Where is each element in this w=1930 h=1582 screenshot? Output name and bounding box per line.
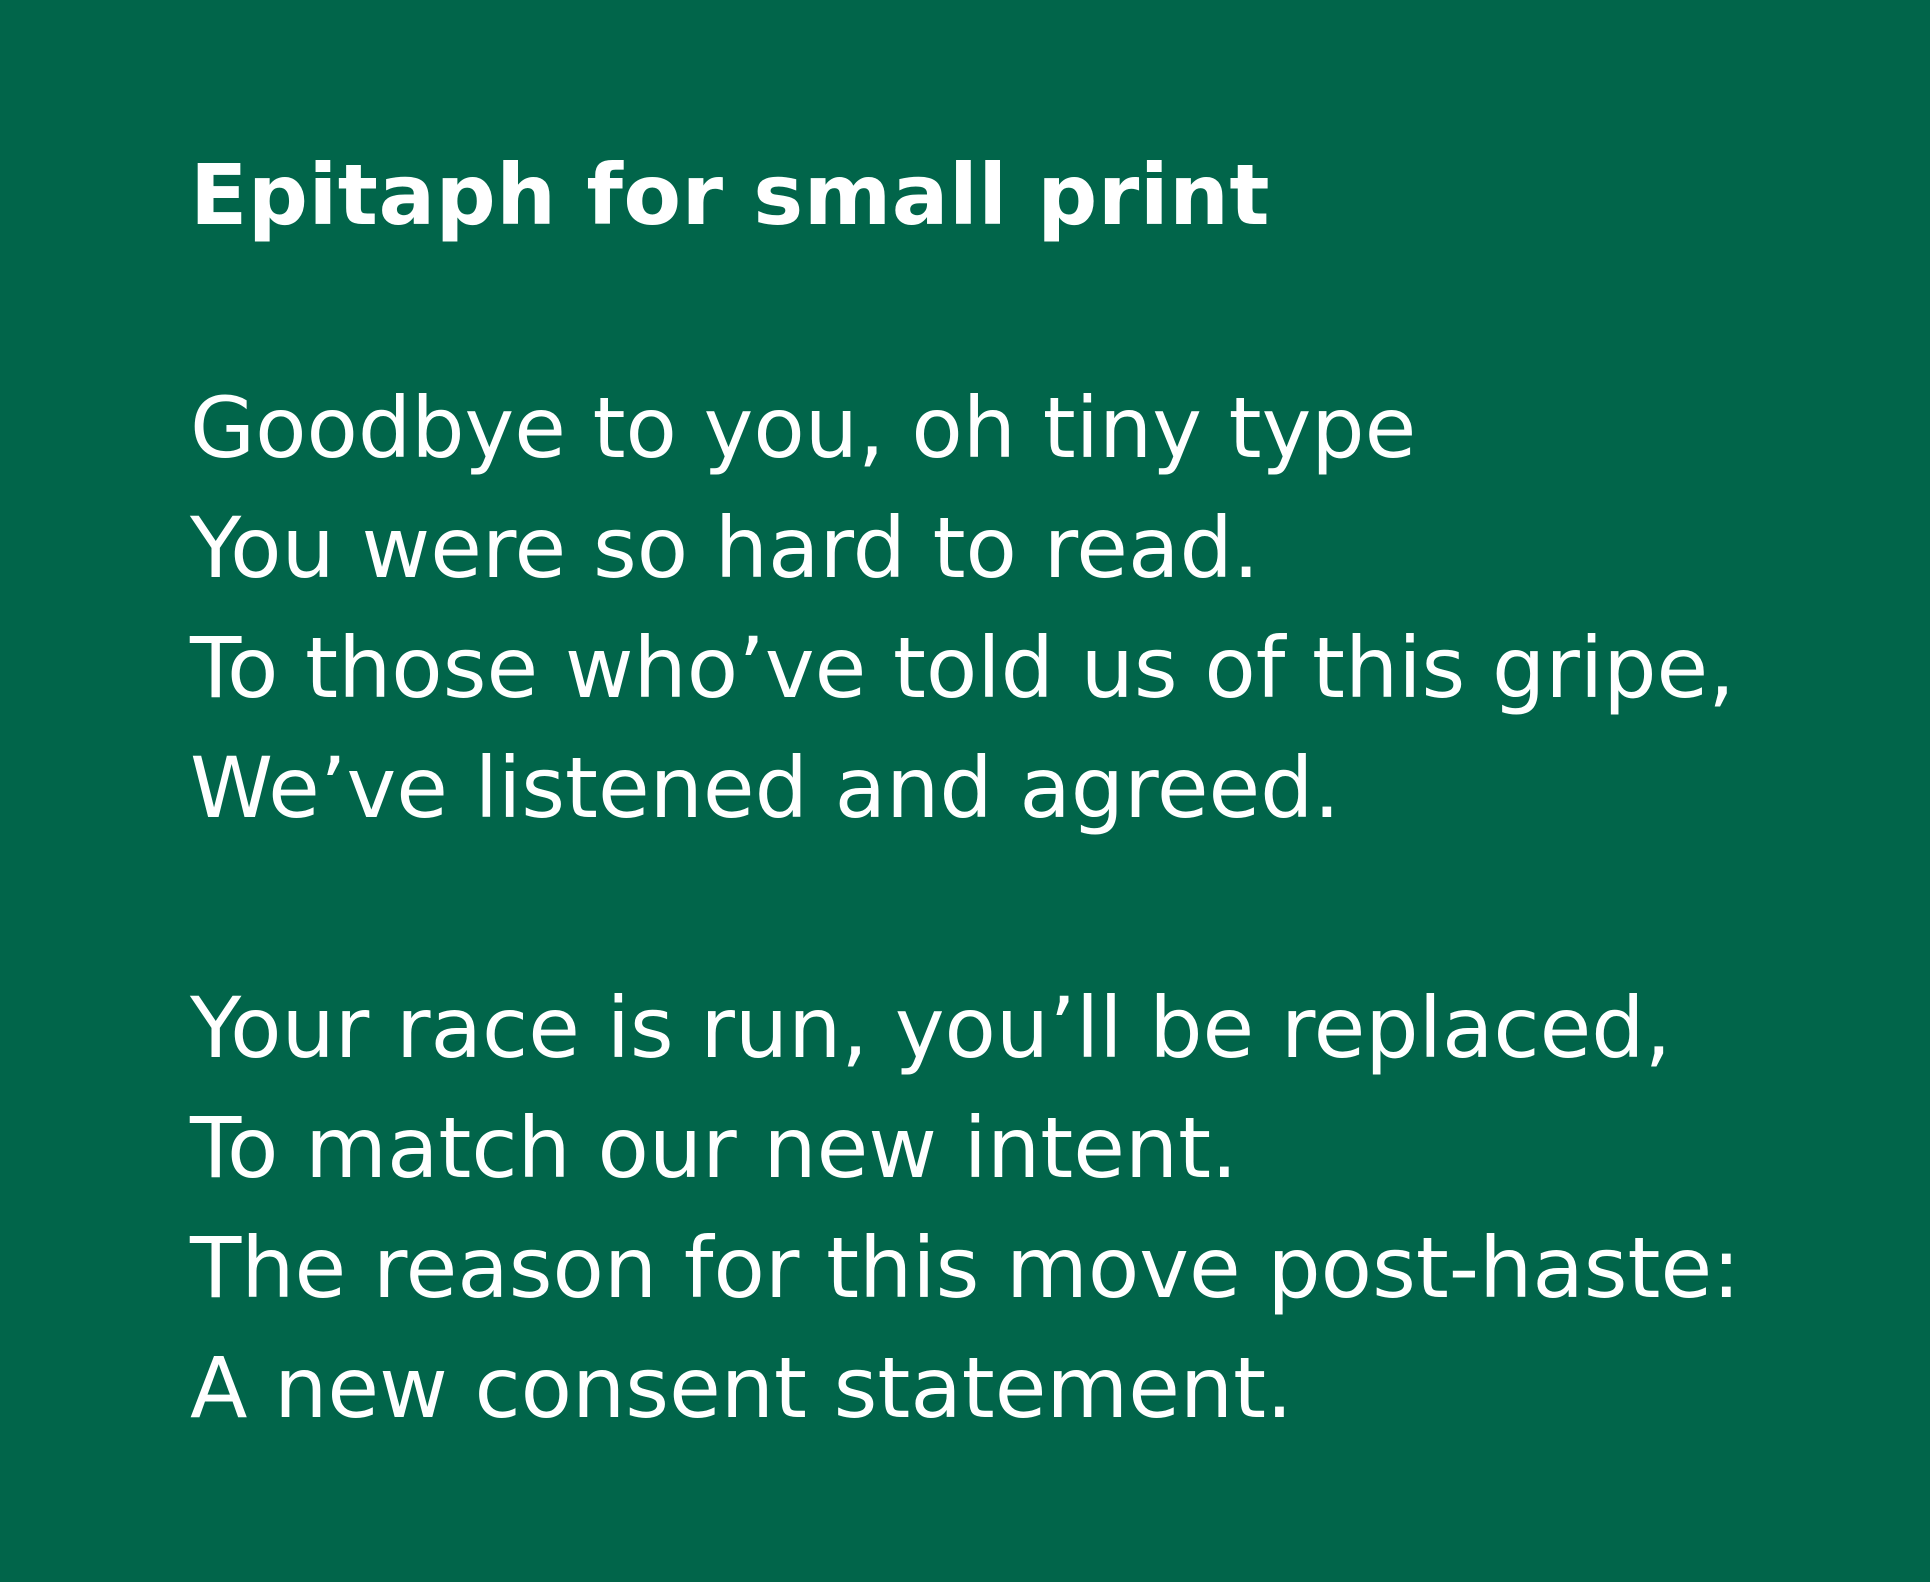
poem-line: You were so hard to read.	[190, 499, 1260, 597]
poem-line: A new consent statement.	[190, 1339, 1293, 1437]
poem-line: Your race is run, you’ll be replaced,	[190, 979, 1672, 1077]
poem-line: To match our new intent.	[190, 1099, 1238, 1197]
stanza-1: Goodbye to you, oh tiny type You were so…	[190, 368, 1870, 848]
poem-line: We’ve listened and agreed.	[190, 739, 1341, 837]
poem-line: The reason for this move post-haste:	[190, 1219, 1741, 1317]
poem: Epitaph for small print Goodbye to you, …	[190, 140, 1870, 1448]
poem-line: Goodbye to you, oh tiny type	[190, 379, 1417, 477]
stanza-2: Your race is run, you’ll be replaced, To…	[190, 968, 1870, 1448]
poem-title: Epitaph for small print	[190, 146, 1271, 244]
poem-line: To those who’ve told us of this gripe,	[190, 619, 1735, 717]
